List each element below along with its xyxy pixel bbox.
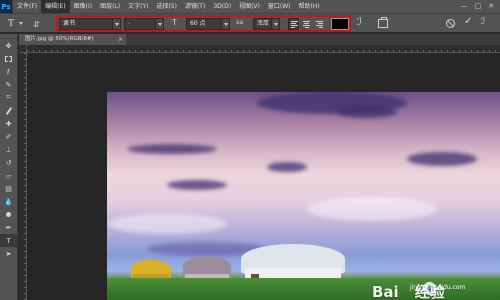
cancel-icon[interactable] [446, 19, 455, 28]
3d-text-icon[interactable]: ℐ [481, 17, 485, 27]
cloud [167, 180, 227, 190]
close-icon[interactable]: ✕ [488, 0, 494, 13]
path-selection-tool-icon[interactable]: ➤ [0, 247, 17, 260]
commit-icon[interactable]: ✓ [464, 16, 472, 27]
font-size-select[interactable]: 60 点 [186, 18, 230, 30]
eyedropper-tool-icon[interactable] [0, 104, 17, 117]
cloud [407, 152, 477, 166]
history-brush-tool-icon[interactable]: ↺ [0, 156, 17, 169]
blur-tool-icon[interactable]: 💧 [0, 195, 17, 208]
ruler-origin[interactable] [19, 45, 27, 53]
photoshop-window: Ps 文件(F) 编辑(E) 图像(I) 图层(L) 文字(Y) 选择(S) 滤… [0, 0, 500, 300]
watermark-brand-text: Bai [372, 283, 399, 300]
menu-3d[interactable]: 3D(D) [209, 0, 235, 13]
lasso-tool-icon[interactable]: ℓ [0, 65, 17, 78]
type-tool-preset-icon[interactable]: T [4, 17, 18, 31]
font-family-select[interactable]: 隶书 [59, 18, 121, 30]
document-image[interactable] [107, 92, 500, 300]
font-style-select[interactable]: - [124, 18, 164, 30]
align-center-button[interactable] [301, 18, 312, 30]
menu-items: 文件(F) 编辑(E) 图像(I) 图层(L) 文字(Y) 选择(S) 滤镜(T… [13, 0, 324, 13]
gradient-tool-icon[interactable]: ▤ [0, 182, 17, 195]
eraser-tool-icon[interactable]: ▱ [0, 169, 17, 182]
options-bar: T ⇵ 隶书 - 𝖳 60 点 aa 浑厚 ℐ ✓ ℐ [0, 13, 500, 33]
warp-text-icon[interactable]: ℐ [357, 17, 362, 28]
pen-tool-icon[interactable]: ✒ [0, 221, 17, 234]
marquee-tool-icon[interactable] [0, 52, 17, 65]
align-left-button[interactable] [288, 18, 299, 30]
menu-bar: Ps 文件(F) 编辑(E) 图像(I) 图层(L) 文字(Y) 选择(S) 滤… [0, 0, 500, 13]
document-tab-title: 图片.jpg @ 50%(RGB/8#) [25, 36, 94, 42]
anti-alias-value: 浑厚 [257, 20, 270, 27]
window-controls: — □ ✕ [461, 0, 500, 13]
align-right-button[interactable] [314, 18, 325, 30]
menu-image[interactable]: 图像(I) [70, 0, 96, 13]
healing-brush-tool-icon[interactable]: ✚ [0, 117, 17, 130]
clone-stamp-tool-icon[interactable]: ⊥ [0, 143, 17, 156]
text-color-swatch[interactable] [331, 18, 349, 30]
menu-type[interactable]: 文字(Y) [124, 0, 152, 13]
maximize-icon[interactable]: □ [475, 0, 482, 13]
cloud [307, 197, 437, 221]
menu-help[interactable]: 帮助(H) [295, 0, 324, 13]
dodge-tool-icon[interactable] [0, 208, 17, 221]
horizontal-ruler[interactable] [27, 45, 500, 53]
anti-alias-label: aa [236, 19, 244, 26]
menu-file[interactable]: 文件(F) [13, 0, 41, 13]
type-tool-icon[interactable]: T [0, 234, 17, 247]
chevron-down-icon[interactable] [19, 22, 23, 25]
canvas-area[interactable]: Bai 经验 [28, 54, 500, 300]
font-style-value: - [128, 20, 131, 27]
quick-select-tool-icon[interactable]: ✎ [0, 78, 17, 91]
font-size-value: 60 点 [190, 20, 206, 27]
chevron-down-icon [271, 19, 279, 29]
document-tab[interactable]: 图片.jpg @ 50%(RGB/8#) × [19, 34, 126, 45]
app-logo[interactable]: Ps [0, 0, 13, 13]
cloud [267, 162, 307, 172]
chevron-down-icon [155, 19, 163, 29]
document-tabs: 图片.jpg @ 50%(RGB/8#) × [19, 34, 500, 45]
tools-panel: ✥ ℓ ✎ ⌗ ✚ ✐ ⊥ ↺ ▱ ▤ 💧 ✒ T ➤ [0, 34, 18, 300]
text-orientation-icon[interactable]: ⇵ [30, 18, 43, 30]
menu-edit[interactable]: 编辑(E) [41, 0, 70, 13]
menu-window[interactable]: 窗口(W) [264, 0, 295, 13]
anti-alias-select[interactable]: 浑厚 [253, 18, 280, 30]
move-tool-icon[interactable]: ✥ [0, 39, 17, 52]
cloud [107, 214, 227, 234]
vertical-ruler[interactable] [19, 53, 27, 300]
minimize-icon[interactable]: — [461, 0, 468, 13]
close-icon[interactable]: × [118, 34, 123, 45]
cloud [337, 106, 397, 118]
font-size-icon: 𝖳 [172, 18, 177, 27]
character-panel-icon[interactable] [378, 17, 388, 28]
watermark-url: jingyan.baidu.com [410, 284, 466, 291]
menu-view[interactable]: 视图(V) [235, 0, 264, 13]
chevron-down-icon [112, 19, 120, 29]
cloud [127, 144, 217, 154]
menu-layer[interactable]: 图层(L) [96, 0, 124, 13]
brush-tool-icon[interactable]: ✐ [0, 130, 17, 143]
menu-filter[interactable]: 滤镜(T) [181, 0, 209, 13]
crop-tool-icon[interactable]: ⌗ [0, 91, 17, 104]
chevron-down-icon [221, 19, 229, 29]
menu-select[interactable]: 选择(S) [152, 0, 181, 13]
font-family-value: 隶书 [63, 20, 76, 27]
